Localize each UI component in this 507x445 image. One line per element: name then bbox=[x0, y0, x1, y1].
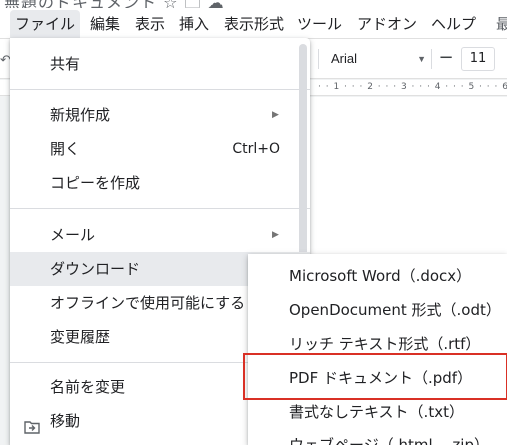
menu-item-label: 新規作成 bbox=[50, 106, 111, 124]
download-rtf[interactable]: リッチ テキスト形式（.rtf） bbox=[248, 327, 507, 361]
menu-divider bbox=[10, 89, 310, 90]
file-menu-make-copy[interactable]: コピーを作成 bbox=[10, 166, 310, 200]
menu-item-label: コピーを作成 bbox=[50, 174, 141, 192]
menu-item-label: メール bbox=[50, 226, 96, 244]
submenu-item-label: OpenDocument 形式（.odt） bbox=[289, 301, 501, 319]
menu-view[interactable]: 表示 bbox=[135, 10, 165, 38]
submenu-arrow-icon: ▶ bbox=[272, 110, 279, 120]
menu-item-label: オフラインで使用可能にする bbox=[50, 294, 246, 312]
menu-item-shortcut: Ctrl+O bbox=[232, 141, 280, 157]
menu-item-label: 共有 bbox=[50, 55, 81, 73]
menu-format[interactable]: 表示形式 bbox=[224, 10, 284, 38]
font-size-decrease-button[interactable]: − bbox=[434, 47, 458, 71]
menu-item-label: 変更履歴 bbox=[50, 328, 111, 346]
submenu-item-label: Microsoft Word（.docx） bbox=[289, 267, 472, 285]
menu-item-label: 名前を変更 bbox=[50, 378, 126, 396]
menu-item-label: 開く bbox=[50, 140, 81, 158]
download-odt[interactable]: OpenDocument 形式（.odt） bbox=[248, 293, 507, 327]
menu-item-label: 移動 bbox=[50, 412, 81, 430]
menu-addons[interactable]: アドオン bbox=[357, 10, 417, 38]
submenu-item-label: ウェブページ（.html、.zip） bbox=[289, 436, 489, 445]
download-txt[interactable]: 書式なしテキスト（.txt） bbox=[248, 395, 507, 429]
submenu-arrow-icon: ▶ bbox=[272, 230, 279, 240]
menu-divider bbox=[10, 208, 310, 209]
download-pdf[interactable]: PDF ドキュメント（.pdf） bbox=[248, 361, 507, 395]
toolbar-divider bbox=[431, 49, 432, 69]
menu-file[interactable]: ファイル bbox=[10, 10, 81, 38]
download-docx[interactable]: Microsoft Word（.docx） bbox=[248, 259, 507, 293]
menu-edit[interactable]: 編集 bbox=[90, 10, 120, 38]
document-title-strip: 無題のドキュメント ☆ 🗀 ☁ bbox=[0, 0, 507, 8]
menubar: ファイル 編集 表示 挿入 表示形式 ツール アドオン ヘルプ 最 bbox=[0, 8, 507, 38]
menu-tools[interactable]: ツール bbox=[297, 10, 342, 38]
font-size-input[interactable]: 11 bbox=[461, 47, 495, 71]
move-folder-icon bbox=[24, 413, 40, 434]
submenu-item-label: 書式なしテキスト（.txt） bbox=[289, 403, 464, 421]
font-family-select[interactable]: Arial ▼ bbox=[326, 47, 430, 71]
submenu-item-label: PDF ドキュメント（.pdf） bbox=[289, 369, 473, 387]
download-html[interactable]: ウェブページ（.html、.zip） bbox=[248, 428, 507, 445]
menu-help[interactable]: ヘルプ bbox=[431, 10, 476, 38]
menu-last-edit-fragment[interactable]: 最 bbox=[496, 10, 507, 38]
ruler-marks: · · 1 · · · 2 · · · 3 · · · 4 · · · 5 · … bbox=[318, 82, 507, 92]
menu-item-label: ダウンロード bbox=[50, 260, 141, 278]
font-family-value: Arial bbox=[331, 51, 358, 66]
menu-insert[interactable]: 挿入 bbox=[179, 10, 209, 38]
file-menu-email[interactable]: メール ▶ bbox=[10, 218, 310, 252]
file-menu-new[interactable]: 新規作成 ▶ bbox=[10, 98, 310, 132]
submenu-item-label: リッチ テキスト形式（.rtf） bbox=[289, 335, 481, 353]
chevron-down-icon: ▼ bbox=[417, 54, 426, 64]
document-title[interactable]: 無題のドキュメント ☆ 🗀 ☁ bbox=[4, 0, 225, 8]
file-menu-open[interactable]: 開く Ctrl+O bbox=[10, 132, 310, 166]
download-submenu: Microsoft Word（.docx） OpenDocument 形式（.o… bbox=[248, 254, 507, 445]
toolbar-divider bbox=[318, 49, 319, 69]
file-menu-share[interactable]: 共有 bbox=[10, 47, 310, 81]
